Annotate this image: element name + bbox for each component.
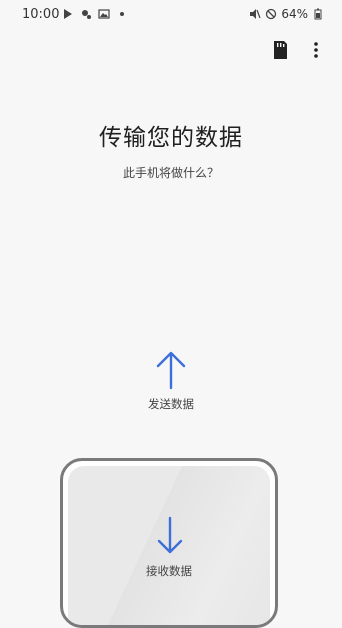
battery-percent: 64% — [281, 7, 308, 21]
receive-data-label: 接收数据 — [146, 564, 192, 578]
sd-card-icon[interactable] — [270, 39, 290, 61]
page-subtitle: 此手机将做什么？ — [122, 166, 219, 180]
mute-icon — [250, 9, 261, 19]
status-time: 10:00 — [22, 7, 60, 22]
send-data-label: 发送数据 — [148, 397, 194, 411]
send-data-button[interactable]: 发送数据 — [120, 350, 222, 420]
arrow-down-icon — [157, 516, 183, 554]
status-right: 64% — [249, 7, 324, 21]
play-store-icon — [64, 9, 72, 19]
battery-icon — [314, 8, 322, 20]
status-left-icons — [62, 8, 128, 20]
receive-data-button[interactable]: 接收数据 — [60, 458, 278, 628]
do-not-disturb-icon — [266, 8, 277, 20]
page-title: 传输您的数据 — [99, 125, 243, 151]
arrow-up-icon — [156, 351, 186, 390]
gallery-icon — [98, 9, 110, 19]
top-toolbar — [0, 35, 342, 65]
notification-icon — [82, 10, 91, 19]
dot-icon — [120, 12, 124, 16]
status-bar: 10:00 64% — [0, 0, 342, 30]
more-options-icon[interactable] — [308, 39, 324, 61]
